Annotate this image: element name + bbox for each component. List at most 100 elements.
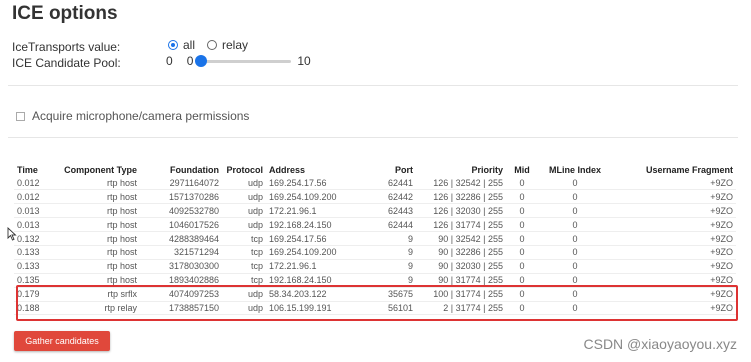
ice-transports-label: IceTransports value:	[12, 40, 121, 54]
table-row: 0.133 rtp host 3178030300 tcp 172.21.96.1 9 90…	[14, 259, 736, 274]
cell-mline-index: 0	[538, 217, 612, 233]
cell-mline-index: 0	[538, 259, 612, 274]
highlight-box	[16, 285, 738, 321]
cell-mid: 0	[506, 259, 538, 274]
table-row: 0.013 rtp host 4092532780 udp 172.21.96.1 624…	[14, 203, 736, 219]
cell-foundation: 321571294	[140, 245, 222, 260]
acquire-permissions-label: Acquire microphone/camera permissions	[32, 109, 250, 123]
cell-time: 0.133	[14, 259, 52, 274]
cell-address: 169.254.17.56	[266, 231, 362, 246]
cell-address: 192.168.24.150	[266, 217, 362, 233]
acquire-permissions-row[interactable]: Acquire microphone/camera permissions	[16, 109, 249, 123]
radio-relay-label: relay	[222, 38, 249, 52]
cell-mline-index: 0	[538, 231, 612, 246]
cell-port: 9	[362, 259, 416, 274]
page-title: ICE options	[12, 3, 118, 24]
table-row: 0.132 rtp host 4288389464 tcp 169.254.17.56 9…	[14, 231, 736, 246]
radio-option-relay[interactable]: relay	[207, 38, 248, 52]
cell-mid: 0	[506, 203, 538, 219]
col-header-protocol: Protocol	[226, 164, 263, 175]
cell-component-type: rtp host	[52, 203, 140, 219]
cell-port: 62444	[362, 217, 416, 233]
cell-priority: 90 | 32542 | 255	[416, 231, 506, 246]
col-header-time: Time	[17, 164, 38, 175]
cell-component-type: rtp host	[52, 189, 140, 205]
cell-priority: 126 | 31774 | 255	[416, 217, 506, 233]
pool-current-value: 0	[166, 54, 173, 68]
cell-mline-index: 0	[538, 203, 612, 219]
cell-mline-index: 0	[538, 189, 612, 205]
col-header-component-type: Component Type	[64, 164, 137, 175]
gather-candidates-button[interactable]: Gather candidates	[14, 331, 110, 351]
cell-foundation: 4288389464	[140, 231, 222, 246]
cell-foundation: 1046017526	[140, 217, 222, 233]
cell-mid: 0	[506, 231, 538, 246]
cell-protocol: udp	[222, 203, 266, 219]
cell-protocol: tcp	[222, 245, 266, 260]
pool-slider[interactable]	[195, 54, 292, 67]
cell-address: 172.21.96.1	[266, 203, 362, 219]
cell-mid: 0	[506, 189, 538, 205]
cell-username-fragment: +9ZO	[612, 176, 736, 191]
cell-port: 62442	[362, 189, 416, 205]
cell-address: 172.21.96.1	[266, 259, 362, 274]
table-row: 0.133 rtp host 321571294 tcp 169.254.109.200…	[14, 245, 736, 260]
table-row: 0.012 rtp host 2971164072 udp 169.254.17.56 6…	[14, 176, 736, 191]
cell-time: 0.013	[14, 203, 52, 219]
cell-time: 0.132	[14, 231, 52, 246]
cell-component-type: rtp host	[52, 217, 140, 233]
cell-mid: 0	[506, 245, 538, 260]
table-row: 0.012 rtp host 1571370286 udp 169.254.109.20…	[14, 189, 736, 205]
acquire-permissions-checkbox[interactable]	[16, 111, 25, 121]
ice-candidate-pool-control: 0 0 10	[166, 54, 311, 68]
cell-username-fragment: +9ZO	[612, 203, 736, 219]
cell-protocol: udp	[222, 189, 266, 205]
cell-foundation: 2971164072	[140, 176, 222, 191]
cell-mline-index: 0	[538, 245, 612, 260]
col-header-port: Port	[395, 164, 413, 175]
col-header-foundation: Foundation	[170, 164, 219, 175]
watermark: CSDN @xiaoyaoyou.xyz	[583, 336, 738, 352]
col-header-mline-index: MLine Index	[548, 164, 601, 175]
cell-time: 0.012	[14, 176, 52, 191]
pool-slider-thumb[interactable]	[195, 54, 208, 67]
cell-username-fragment: +9ZO	[612, 231, 736, 246]
col-header-mid: Mid	[514, 164, 530, 175]
divider	[8, 85, 738, 86]
cell-component-type: rtp host	[52, 176, 140, 191]
radio-option-all[interactable]: all	[168, 38, 195, 52]
cell-priority: 126 | 32286 | 255	[416, 189, 506, 205]
col-header-address: Address	[269, 164, 306, 175]
table-header-row: Time Component Type Foundation Protocol …	[14, 163, 736, 176]
cell-time: 0.013	[14, 217, 52, 233]
cell-port: 9	[362, 245, 416, 260]
radio-relay-indicator[interactable]	[207, 40, 218, 50]
cell-mid: 0	[506, 217, 538, 233]
mouse-cursor-icon	[7, 227, 17, 241]
cell-foundation: 3178030300	[140, 259, 222, 274]
cell-foundation: 1571370286	[140, 189, 222, 205]
radio-all-label: all	[183, 38, 196, 52]
cell-port: 9	[362, 231, 416, 246]
cell-protocol: tcp	[222, 231, 266, 246]
cell-address: 169.254.109.200	[266, 245, 362, 260]
cell-component-type: rtp host	[52, 259, 140, 274]
cell-priority: 90 | 32030 | 255	[416, 259, 506, 274]
cell-username-fragment: +9ZO	[612, 217, 736, 233]
pool-min-value: 0	[186, 54, 194, 68]
cell-mid: 0	[506, 176, 538, 191]
ice-candidate-pool-label: ICE Candidate Pool:	[12, 56, 121, 70]
table-row: 0.013 rtp host 1046017526 udp 192.168.24.150…	[14, 217, 736, 233]
cell-component-type: rtp host	[52, 231, 140, 246]
cell-foundation: 4092532780	[140, 203, 222, 219]
cell-port: 62441	[362, 176, 416, 191]
cell-time: 0.012	[14, 189, 52, 205]
cell-time: 0.133	[14, 245, 52, 260]
ice-transports-radio-group: all relay	[168, 38, 260, 52]
cell-username-fragment: +9ZO	[612, 259, 736, 274]
col-header-priority: Priority	[471, 164, 503, 175]
cell-component-type: rtp host	[52, 245, 140, 260]
cell-protocol: udp	[222, 217, 266, 233]
divider	[8, 137, 738, 138]
radio-all-indicator[interactable]	[168, 40, 178, 50]
